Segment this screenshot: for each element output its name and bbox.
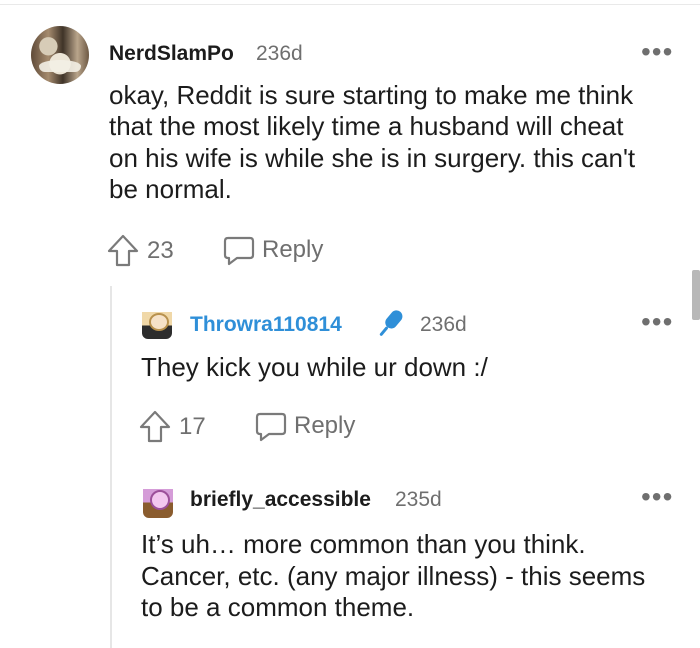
chat-bubble-icon — [223, 236, 255, 266]
upvote-arrow-icon — [107, 234, 139, 267]
top-divider — [0, 4, 700, 5]
scrollbar-thumb[interactable] — [692, 270, 700, 320]
microphone-icon — [379, 310, 403, 336]
comment-age: 236d — [420, 313, 467, 336]
comment-age: 235d — [395, 488, 442, 511]
avatar[interactable] — [31, 26, 89, 84]
comment-text-line: be normal. — [109, 174, 232, 204]
avatar[interactable] — [143, 484, 173, 518]
comment-username[interactable]: briefly_accessible — [190, 488, 371, 512]
comment-text-line: okay, Reddit is sure starting to make me… — [109, 80, 634, 110]
comment-text-line: Cancer, etc. (any major illness) - this … — [141, 561, 646, 591]
comment-text-line: to be a common theme. — [141, 592, 415, 622]
thread-line[interactable] — [110, 286, 112, 648]
upvote-button[interactable]: 17 — [139, 410, 206, 444]
reply-button[interactable]: Reply — [222, 234, 323, 266]
upvote-button[interactable]: 23 — [107, 234, 174, 268]
comment-username[interactable]: Throwra110814 — [190, 313, 342, 337]
comment-username[interactable]: NerdSlamPo — [109, 42, 234, 66]
more-options-button[interactable]: ••• — [641, 308, 673, 336]
reply-label: Reply — [262, 236, 324, 263]
more-options-button[interactable]: ••• — [641, 483, 673, 511]
more-options-button[interactable]: ••• — [641, 38, 673, 66]
avatar[interactable] — [142, 305, 172, 339]
chat-bubble-icon — [255, 412, 287, 442]
comment-text-line: They kick you while ur down :/ — [141, 352, 488, 382]
upvote-count: 17 — [179, 413, 206, 440]
comment-text-line: that the most likely time a husband will… — [109, 111, 624, 141]
comment-text-line: on his wife is while she is in surgery. … — [109, 143, 636, 173]
comment-age: 236d — [256, 42, 303, 65]
upvote-count: 23 — [147, 237, 174, 264]
reply-label: Reply — [294, 412, 356, 439]
upvote-arrow-icon — [139, 410, 171, 443]
comment-text-line: It’s uh… more common than you think. — [141, 529, 586, 559]
reply-button[interactable]: Reply — [254, 410, 355, 442]
